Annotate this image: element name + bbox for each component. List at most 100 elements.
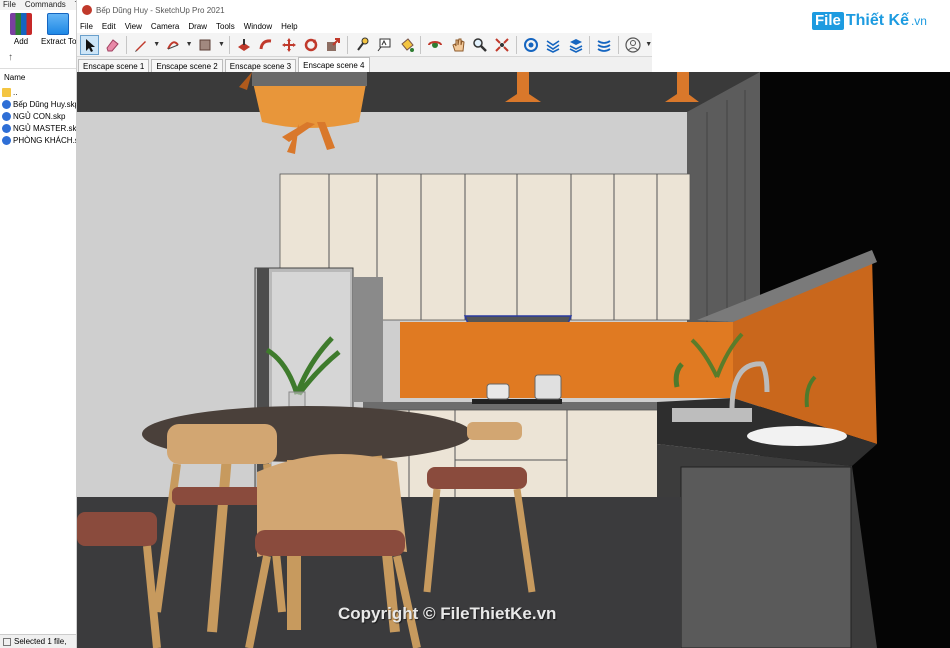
pot <box>486 383 510 400</box>
fm-menu-file[interactable]: File <box>3 0 16 10</box>
sketchup-file-icon <box>2 123 11 133</box>
menu-window[interactable]: Window <box>244 22 272 31</box>
list-item[interactable]: NGỦ CON.skp <box>0 110 76 122</box>
rectangle-tool-button[interactable] <box>196 35 215 55</box>
sketchup-logo-icon <box>82 5 92 15</box>
trimble-connect-icon <box>597 39 611 52</box>
list-item[interactable]: .. <box>0 86 76 98</box>
pan-tool-button[interactable] <box>448 35 467 55</box>
rectangle-dropdown-chevron-down-icon[interactable]: ▼ <box>218 41 225 48</box>
orange-backsplash <box>400 322 733 398</box>
toolbar-divider <box>228 35 230 54</box>
add-button-label: Add <box>13 37 29 46</box>
menu-file[interactable]: File <box>80 22 93 31</box>
move-tool-button[interactable] <box>279 35 298 55</box>
text-tool-button[interactable] <box>375 35 394 55</box>
rotate-icon <box>304 38 318 51</box>
pencil-dropdown-chevron-down-icon[interactable]: ▼ <box>153 41 160 48</box>
window-title: Bếp Dũng Huy - SketchUp Pro 2021 <box>96 5 225 15</box>
account-tool-button[interactable] <box>623 35 642 55</box>
warehouse-tool-button[interactable] <box>521 35 540 55</box>
toolbar-divider <box>516 35 518 54</box>
arrow-cursor-icon <box>85 38 95 52</box>
toolbar-divider <box>617 35 619 54</box>
add-button[interactable]: Add <box>4 13 38 46</box>
toolbar-divider <box>589 35 591 54</box>
layout-stack-icon <box>569 38 583 53</box>
tab-enscape-scene-3[interactable]: Enscape scene 3 <box>224 59 297 72</box>
account-dropdown-chevron-down-icon[interactable]: ▼ <box>645 41 652 48</box>
right-counter-door <box>680 466 852 648</box>
hand-pan-icon <box>451 38 465 51</box>
menu-draw[interactable]: Draw <box>188 22 207 31</box>
extract-to-label: Extract To <box>41 37 77 46</box>
toolbar: ▼ ▼ ▼ ▼ <box>77 33 652 57</box>
orbit-tool-button[interactable] <box>425 35 444 55</box>
file-list: .. Bếp Dũng Huy.skp NGỦ CON.skp NGỦ MAST… <box>0 86 77 146</box>
magnifier-zoom-icon <box>473 37 487 52</box>
brand-logo-box: File <box>812 12 844 30</box>
menu-view[interactable]: View <box>125 22 142 31</box>
copyright-watermark: Copyright © FileThietKe.vn <box>338 604 557 623</box>
sink <box>672 408 752 422</box>
up-folder-button[interactable]: ↑ <box>8 52 13 63</box>
text-label-icon <box>377 38 391 51</box>
extension-warehouse-tool-button[interactable] <box>544 35 563 55</box>
push-pull-tool-button[interactable] <box>234 35 253 55</box>
toolbar-divider <box>420 35 422 54</box>
extract-to-icon <box>47 13 69 35</box>
file-manager-toolbar: Add Extract To <box>0 10 77 50</box>
list-item[interactable]: PHÒNG KHÁCH.skp <box>0 134 76 146</box>
rotate-tool-button[interactable] <box>301 35 320 55</box>
scale-icon <box>327 37 341 51</box>
menu-camera[interactable]: Camera <box>151 22 179 31</box>
extract-to-button[interactable]: Extract To <box>41 13 77 46</box>
tab-enscape-scene-2[interactable]: Enscape scene 2 <box>151 59 223 72</box>
toolbar-divider <box>347 35 349 54</box>
menu-tools[interactable]: Tools <box>216 22 235 31</box>
title-bar: Bếp Dũng Huy - SketchUp Pro 2021 <box>77 0 652 20</box>
file-manager-menu: File Commands T <box>0 0 76 10</box>
select-tool-button[interactable] <box>80 34 100 55</box>
rectangle-icon <box>199 39 211 50</box>
add-archive-icon <box>10 13 32 35</box>
status-bar: Selected 1 file, <box>0 634 76 648</box>
pencil-tool-button[interactable] <box>131 35 150 55</box>
list-item[interactable]: NGỦ MASTER.skp <box>0 122 77 134</box>
scale-tool-button[interactable] <box>324 35 343 55</box>
zoom-tool-button[interactable] <box>470 35 489 55</box>
sketchup-file-icon <box>2 135 11 145</box>
menu-help[interactable]: Help <box>281 22 297 31</box>
fm-menu-commands[interactable]: Commands <box>25 0 66 10</box>
eraser-tool-button[interactable] <box>102 35 121 55</box>
tall-unit <box>353 277 383 402</box>
file-name: Bếp Dũng Huy.skp <box>13 99 77 109</box>
arc-tool-button[interactable] <box>163 35 182 55</box>
file-name: .. <box>13 87 18 97</box>
file-name: NGỦ MASTER.skp <box>13 123 77 133</box>
model-viewport[interactable] <box>77 72 950 648</box>
paint-bucket-tool-button[interactable] <box>397 35 416 55</box>
trimble-connect-tool-button[interactable] <box>594 35 613 55</box>
divider <box>0 68 76 69</box>
selection-icon <box>3 637 11 646</box>
layout-tool-button[interactable] <box>566 35 585 55</box>
tab-enscape-scene-1[interactable]: Enscape scene 1 <box>78 59 150 72</box>
arc-dropdown-chevron-down-icon[interactable]: ▼ <box>186 41 193 48</box>
menu-edit[interactable]: Edit <box>102 22 116 31</box>
tape-measure-tool-button[interactable] <box>352 35 371 55</box>
file-name: PHÒNG KHÁCH.skp <box>13 135 76 145</box>
arc-icon <box>167 40 179 49</box>
user-account-icon <box>624 36 641 53</box>
list-item[interactable]: Bếp Dũng Huy.skp <box>0 98 77 110</box>
brand-watermark: File Thiết Kế .vn <box>812 12 927 30</box>
column-header-name[interactable]: Name <box>4 73 25 82</box>
zoom-extents-tool-button[interactable] <box>493 35 512 55</box>
sketchup-file-icon <box>2 111 11 121</box>
paint-bucket-icon <box>400 37 414 52</box>
plate <box>747 426 847 446</box>
follow-me-tool-button[interactable] <box>256 35 275 55</box>
warehouse-icon <box>523 37 538 52</box>
sketchup-file-icon <box>2 99 11 109</box>
tab-enscape-scene-4[interactable]: Enscape scene 4 <box>298 57 370 72</box>
